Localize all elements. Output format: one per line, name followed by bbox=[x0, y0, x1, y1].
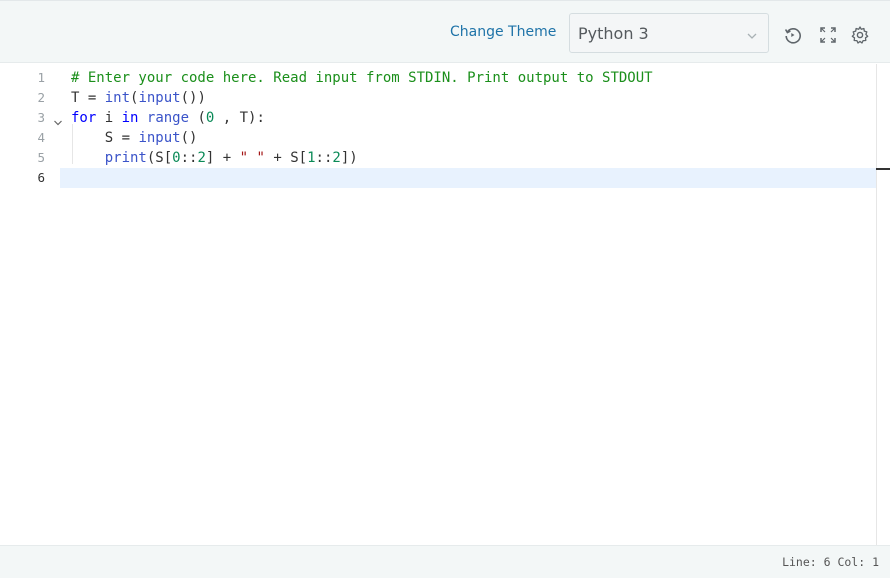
code-token: ] + bbox=[205, 150, 240, 166]
line-number: 5 bbox=[37, 150, 45, 165]
code-line[interactable]: for i in range (0 , T): bbox=[71, 108, 265, 128]
code-token: ( bbox=[189, 110, 206, 126]
code-token: :: bbox=[315, 150, 333, 166]
code-token: range bbox=[146, 110, 190, 126]
code-line[interactable]: S = input() bbox=[71, 128, 198, 148]
code-editor[interactable]: 123456 # Enter your code here. Read inpu… bbox=[0, 64, 890, 545]
code-token: for bbox=[71, 110, 97, 126]
code-token: ]) bbox=[340, 150, 358, 166]
line-number: 2 bbox=[37, 90, 45, 105]
code-line[interactable]: T = int(input()) bbox=[71, 88, 206, 108]
code-token: # Enter your code here. Read input from … bbox=[71, 70, 653, 86]
active-line-highlight bbox=[60, 168, 876, 188]
code-token: in bbox=[121, 110, 139, 126]
settings-icon[interactable] bbox=[850, 25, 870, 45]
fullscreen-icon[interactable] bbox=[818, 25, 838, 45]
editor-scrollbar[interactable] bbox=[876, 64, 890, 545]
chevron-down-icon bbox=[746, 27, 758, 39]
code-token: input bbox=[138, 130, 181, 146]
language-select[interactable]: Python 3 bbox=[569, 13, 769, 53]
status-bar: Line: 6 Col: 1 bbox=[0, 545, 890, 578]
code-token: print bbox=[104, 150, 147, 166]
code-line[interactable]: print(S[0::2] + " " + S[1::2]) bbox=[71, 148, 358, 168]
code-token: () bbox=[180, 130, 198, 146]
code-token: T = bbox=[71, 90, 105, 106]
line-number: 4 bbox=[37, 130, 45, 145]
scrollbar-cursor-marker bbox=[876, 168, 890, 170]
language-select-value: Python 3 bbox=[578, 24, 649, 43]
code-token: + S[ bbox=[264, 150, 308, 166]
code-token: S = bbox=[71, 130, 139, 146]
line-number: 1 bbox=[37, 70, 45, 85]
code-token: 2 bbox=[197, 150, 206, 166]
code-token: , T): bbox=[214, 110, 265, 126]
code-token: " " bbox=[239, 150, 265, 166]
fold-chevron-icon[interactable] bbox=[53, 113, 63, 126]
code-token: (S[ bbox=[146, 150, 173, 166]
code-token: :: bbox=[180, 150, 198, 166]
code-line[interactable]: # Enter your code here. Read input from … bbox=[71, 68, 653, 88]
code-token: 0 bbox=[172, 150, 181, 166]
code-token: 1 bbox=[307, 150, 316, 166]
history-icon[interactable] bbox=[783, 25, 803, 45]
line-number-gutter: 1 2 3 4 5 6 bbox=[0, 64, 60, 545]
editor-toolbar: Change Theme Python 3 bbox=[0, 0, 890, 63]
code-token: int bbox=[104, 90, 131, 106]
change-theme-link[interactable]: Change Theme bbox=[450, 24, 556, 40]
cursor-position: Line: 6 Col: 1 bbox=[782, 555, 879, 569]
code-token: 2 bbox=[332, 150, 341, 166]
code-token: input bbox=[138, 90, 181, 106]
line-number: 6 bbox=[37, 170, 45, 185]
line-number: 3 bbox=[37, 110, 45, 125]
code-token: ()) bbox=[180, 90, 206, 106]
code-token: i bbox=[96, 110, 122, 126]
